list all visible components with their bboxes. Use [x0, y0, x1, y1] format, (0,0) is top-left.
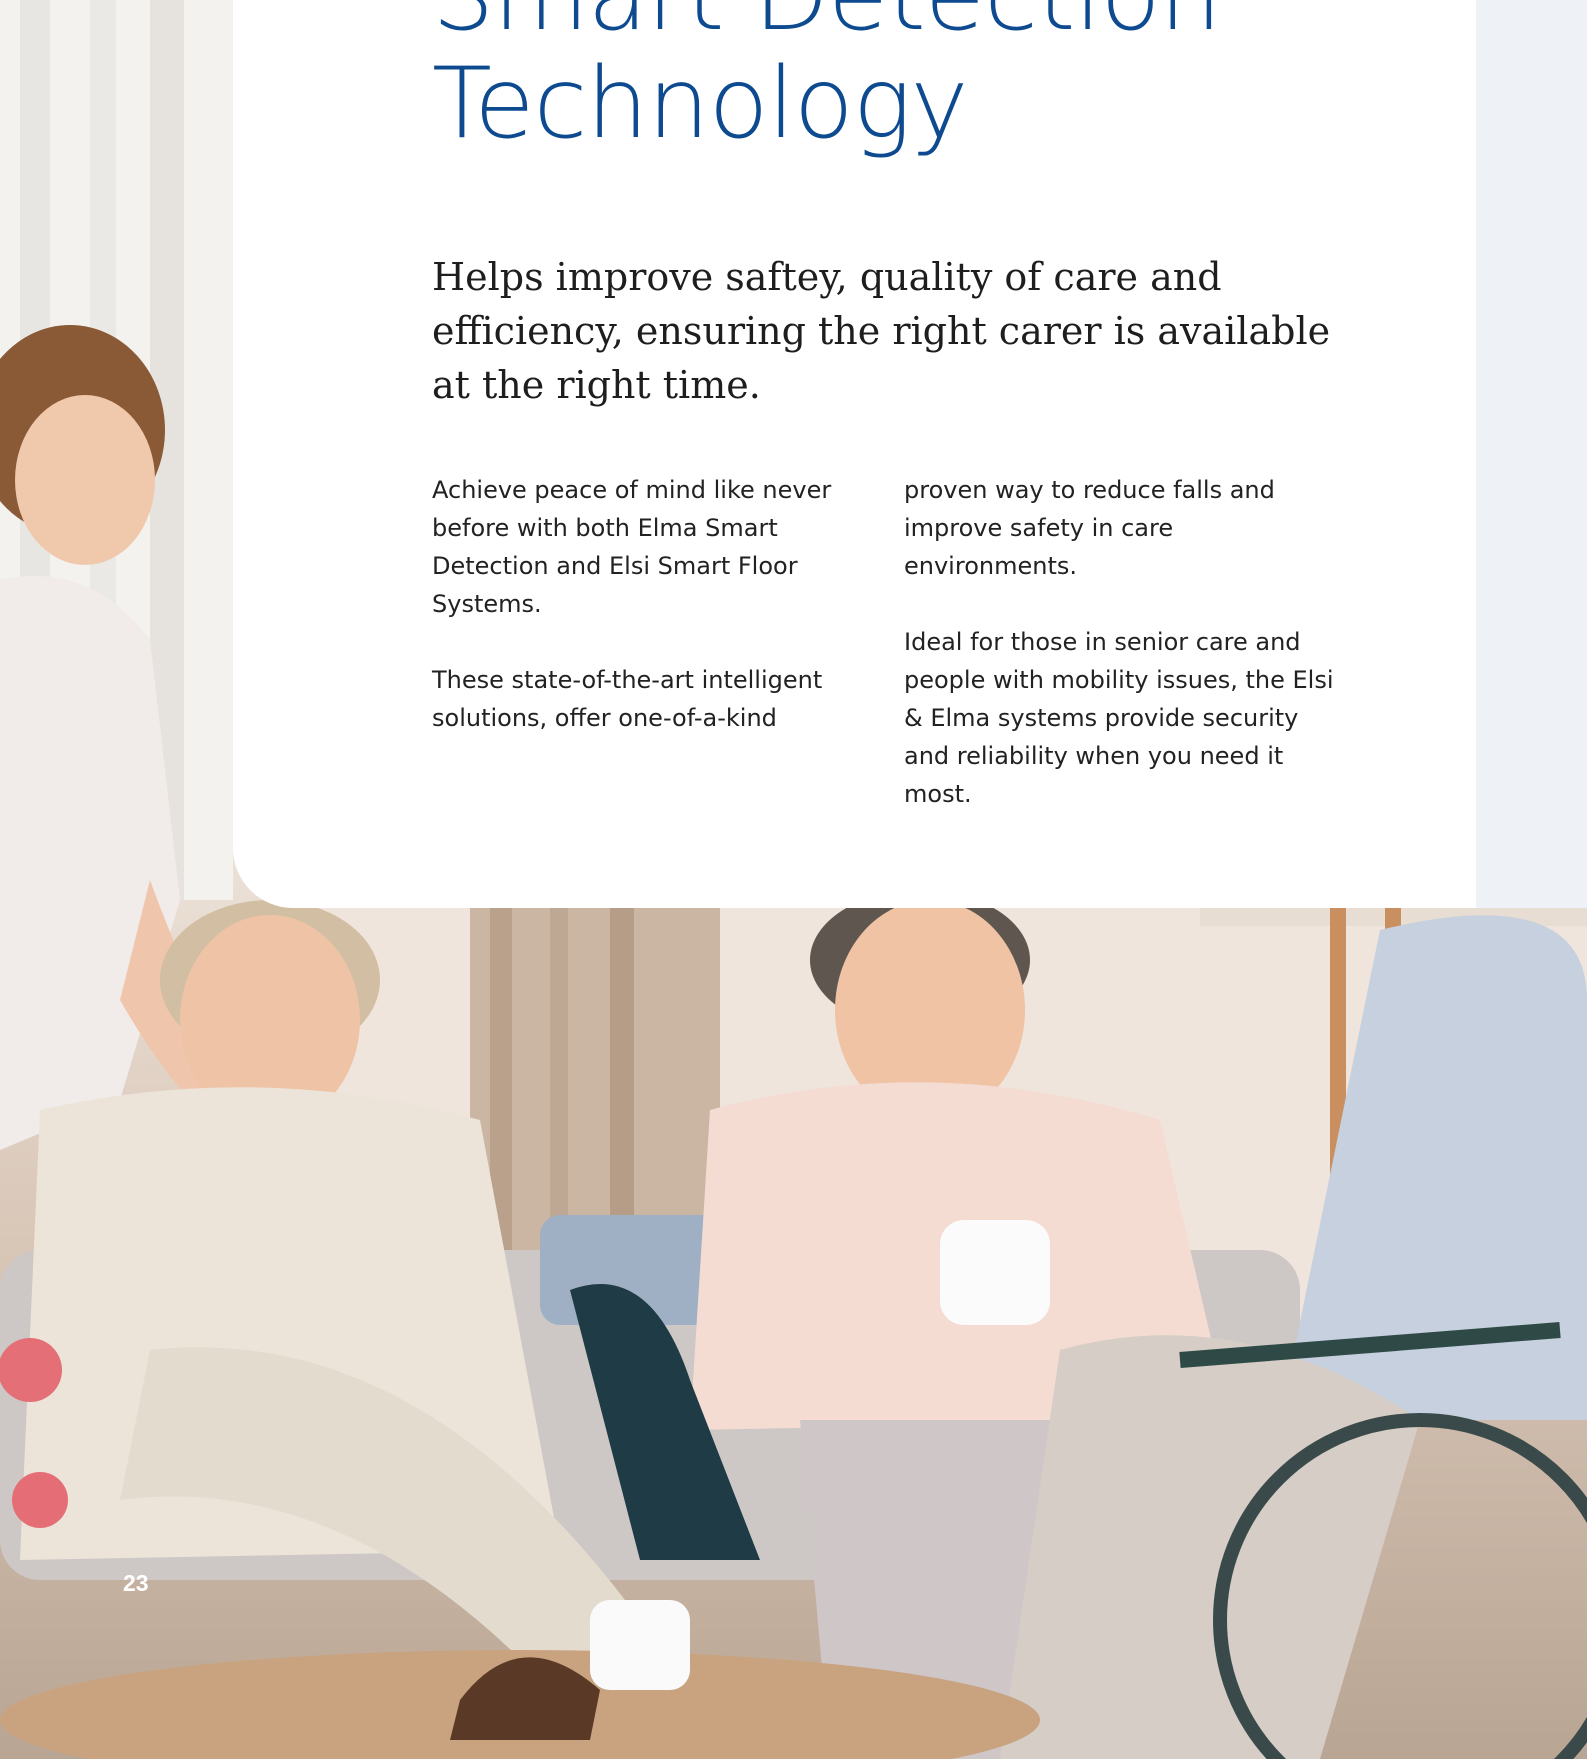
page-title: Smart Detection Technology	[432, 0, 1432, 158]
body-paragraph: These state-of-the-art intelligent solut…	[432, 666, 823, 732]
lead-paragraph: Helps improve saftey, quality of care an…	[432, 255, 1331, 407]
side-strip	[1476, 0, 1587, 908]
body-paragraph: proven way to reduce falls and improve s…	[904, 476, 1275, 580]
body-paragraph: Achieve peace of mind like never before …	[432, 476, 832, 618]
title-line-1: Smart Detection	[432, 0, 1432, 50]
page-number: 23	[123, 1570, 149, 1596]
body-column-1: Achieve peace of mind like never before …	[432, 471, 852, 775]
body-paragraph: Ideal for those in senior care and peopl…	[904, 628, 1334, 808]
body-column-2: proven way to reduce falls and improve s…	[904, 471, 1344, 851]
title-line-2: Technology	[432, 47, 969, 161]
